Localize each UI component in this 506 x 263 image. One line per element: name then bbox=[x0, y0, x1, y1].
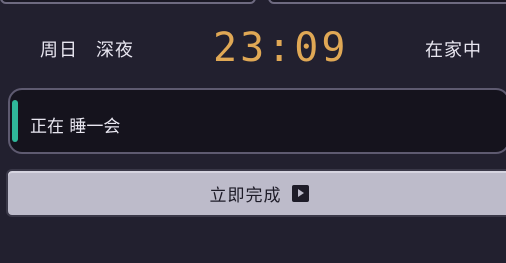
time-period-label: 深夜 bbox=[96, 40, 134, 61]
complete-now-label: 立即完成 bbox=[209, 185, 282, 206]
current-activity-panel: 正在 睡一会 bbox=[8, 88, 506, 154]
clock-display: 23:09 bbox=[213, 25, 349, 71]
activity-accent-bar bbox=[12, 100, 18, 142]
weekday-label: 周日 bbox=[40, 40, 78, 61]
complete-now-button[interactable]: 立即完成 bbox=[6, 169, 506, 217]
location-label: 在家中 bbox=[425, 40, 482, 61]
top-left-panel bbox=[0, 0, 256, 4]
activity-text: 正在 睡一会 bbox=[30, 117, 121, 137]
status-bar: 周日 深夜 23:09 在家中 bbox=[0, 22, 506, 74]
game-screen: 周日 深夜 23:09 在家中 正在 睡一会 立即完成 bbox=[0, 0, 506, 263]
play-square-icon bbox=[291, 184, 309, 202]
top-right-panel bbox=[268, 0, 506, 4]
